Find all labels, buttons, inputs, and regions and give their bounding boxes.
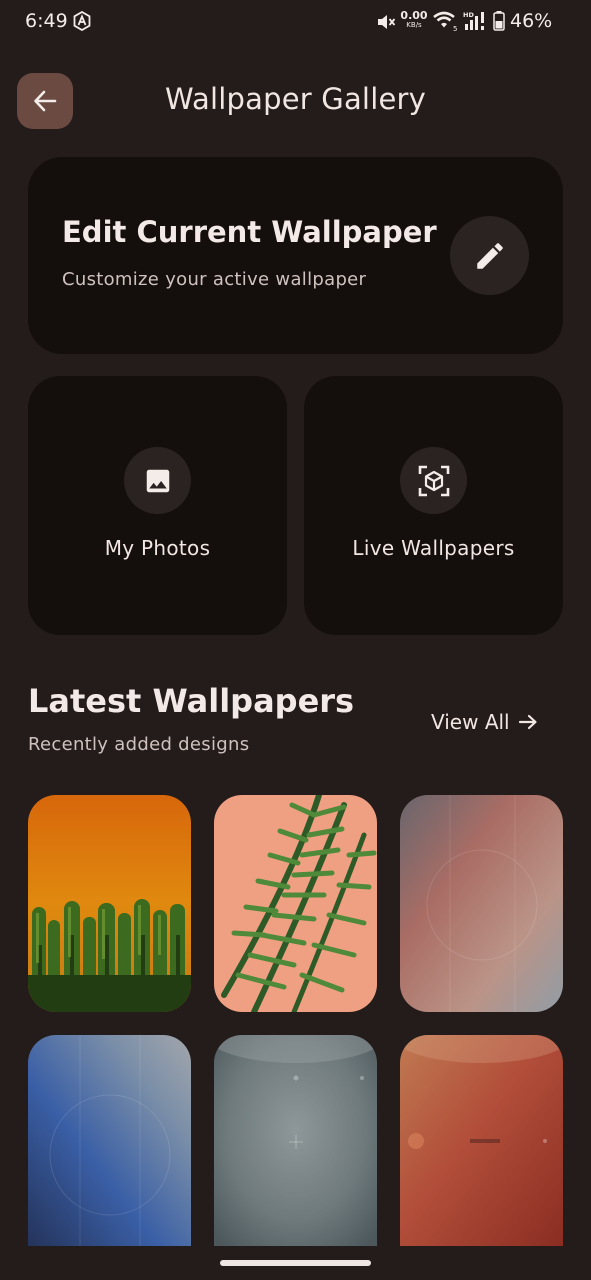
copper-gradient-wallpaper-image bbox=[400, 1035, 563, 1247]
my-photos-tile[interactable]: My Photos bbox=[28, 376, 287, 635]
page-title: Wallpaper Gallery bbox=[165, 82, 426, 116]
edit-card-title: Edit Current Wallpaper bbox=[62, 215, 437, 249]
a-badge-icon bbox=[73, 11, 91, 31]
wallpaper-thumbnail[interactable] bbox=[400, 795, 563, 1012]
pencil-icon bbox=[476, 242, 503, 269]
wallpaper-thumbnail[interactable] bbox=[400, 1035, 563, 1247]
mute-icon bbox=[378, 15, 396, 29]
edit-wallpaper-button[interactable] bbox=[450, 216, 529, 295]
live-wallpapers-tile[interactable]: Live Wallpapers bbox=[304, 376, 563, 635]
latest-wallpapers-title: Latest Wallpapers bbox=[28, 682, 355, 720]
view-all-label: View All bbox=[431, 710, 510, 734]
edit-current-wallpaper-card[interactable]: Edit Current Wallpaper Customize your ac… bbox=[28, 157, 563, 354]
live-wallpapers-label: Live Wallpapers bbox=[352, 536, 515, 560]
net-speed: 0.00 KB/s bbox=[400, 10, 428, 29]
grey-gradient-wallpaper-image bbox=[214, 1035, 377, 1247]
latest-wallpapers-subtitle: Recently added designs bbox=[28, 734, 250, 755]
wallpaper-thumbnail[interactable] bbox=[28, 795, 191, 1012]
battery-percent: 46% bbox=[510, 10, 553, 32]
svg-text:5: 5 bbox=[453, 25, 457, 32]
cactus-orange-wallpaper-image bbox=[28, 795, 191, 1012]
net-speed-value: 0.00 bbox=[400, 9, 428, 22]
svg-text:HD: HD bbox=[463, 11, 474, 19]
gesture-navigation-bar[interactable] bbox=[220, 1260, 371, 1266]
edit-card-subtitle: Customize your active wallpaper bbox=[62, 269, 367, 290]
status-bar: 6:49 0.00 KB/s 5 HD 46% bbox=[0, 0, 591, 44]
wallpaper-thumbnail[interactable] bbox=[214, 795, 377, 1012]
fern-peach-wallpaper-image bbox=[214, 795, 377, 1012]
signal-icon: HD bbox=[463, 11, 484, 30]
status-time: 6:49 bbox=[25, 10, 68, 32]
wallpaper-thumbnail[interactable] bbox=[214, 1035, 377, 1247]
arrow-right-icon bbox=[518, 714, 537, 730]
wallpaper-gallery-screen: 6:49 0.00 KB/s 5 HD 46% Wallpaper Galler… bbox=[0, 0, 591, 1280]
net-speed-unit: KB/s bbox=[406, 21, 422, 29]
wallpaper-thumbnail[interactable] bbox=[28, 1035, 191, 1247]
view-all-button[interactable]: View All bbox=[431, 708, 538, 736]
wifi-icon: 5 bbox=[433, 11, 457, 32]
cube-scan-icon bbox=[418, 465, 449, 496]
rose-gradient-wallpaper-image bbox=[400, 795, 563, 1012]
battery-icon bbox=[493, 11, 505, 31]
my-photos-label: My Photos bbox=[104, 536, 211, 560]
live-wallpapers-icon-circle bbox=[400, 447, 467, 514]
image-icon bbox=[146, 469, 169, 492]
my-photos-icon-circle bbox=[124, 447, 191, 514]
blue-gradient-wallpaper-image bbox=[28, 1035, 191, 1247]
